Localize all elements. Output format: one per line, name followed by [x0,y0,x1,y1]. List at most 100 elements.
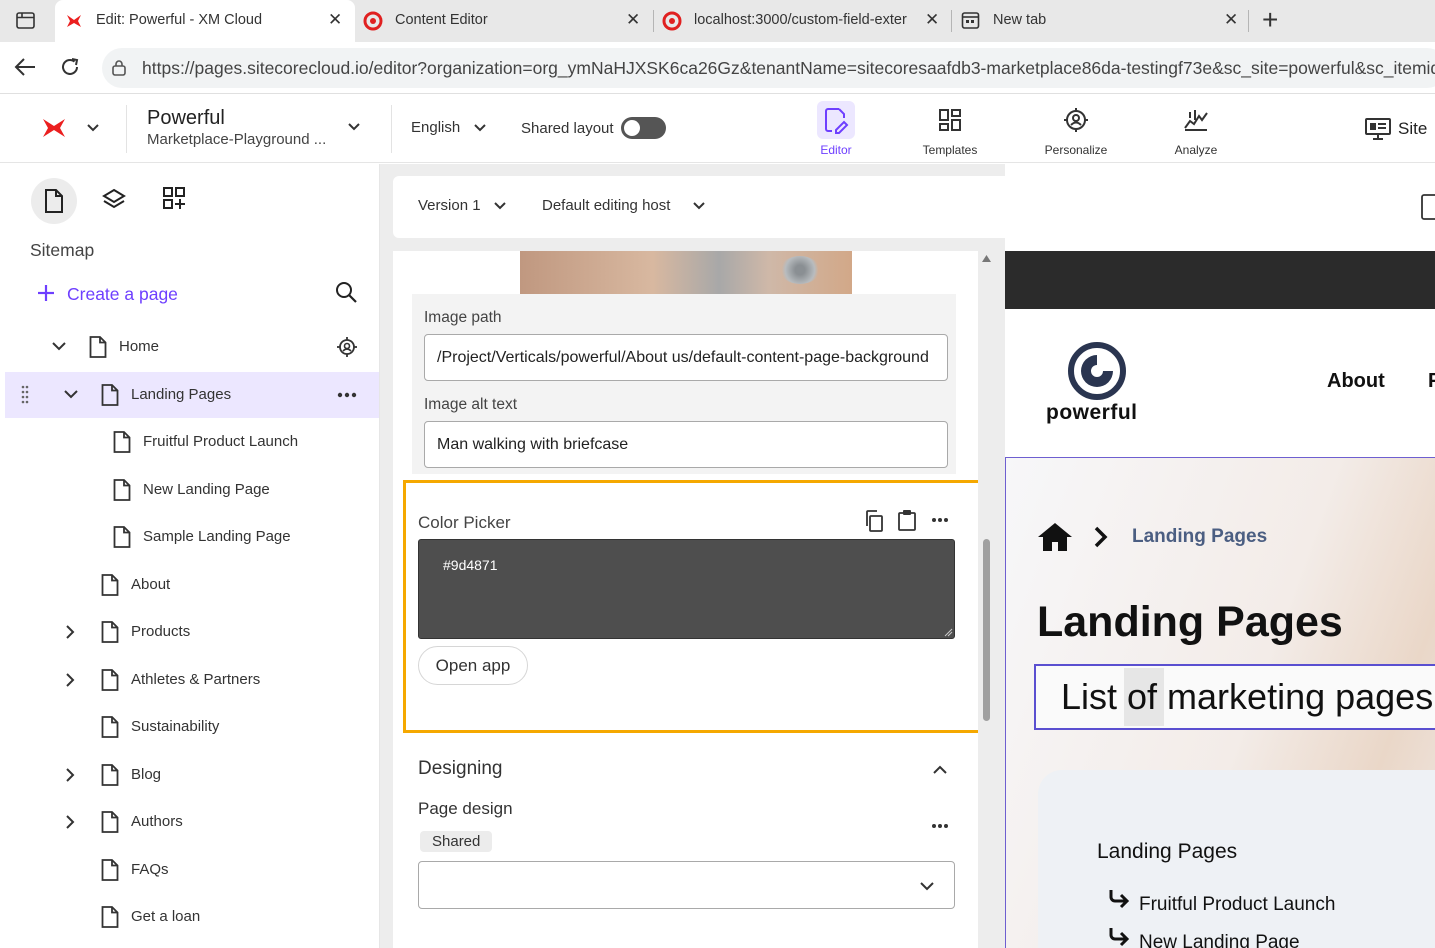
device-icon[interactable] [1421,194,1435,220]
tree-item-label: Athletes & Partners [131,670,261,688]
tree-item[interactable]: Products [5,609,379,655]
language-value: English [411,119,461,136]
form-scrollbar[interactable] [980,251,993,948]
browser-tab-xm-cloud[interactable]: Edit: Powerful - XM Cloud ✕ [55,0,355,42]
layers-icon[interactable] [102,188,126,210]
version-selector[interactable]: Version 1 [418,197,518,219]
open-app-button[interactable]: Open app [418,646,528,685]
list-item[interactable]: New Landing Page [1139,932,1300,948]
powerful-logo[interactable]: powerful [1045,339,1165,429]
site-chevron-down-icon [347,122,361,132]
page-design-label: Page design [418,799,513,818]
tree-item[interactable]: Athletes & Partners [5,657,379,703]
page-design-more-icon[interactable] [931,823,949,829]
browser-tab-new-tab[interactable]: New tab ✕ [953,0,1248,42]
nav-analyze[interactable]: Analyze [1156,99,1236,161]
tab-actions-icon[interactable] [16,11,35,30]
expand-chevron-down-icon[interactable] [63,387,79,401]
breadcrumb-current[interactable]: Landing Pages [1132,526,1267,548]
expand-chevron-down-icon[interactable] [51,339,67,353]
drag-handle-icon[interactable] [21,385,29,405]
create-page-button[interactable]: Create a page [36,281,196,307]
list-title: Landing Pages [1097,840,1238,863]
nav-personalize[interactable]: Personalize [1036,99,1116,161]
expand-chevron-right-icon[interactable] [63,672,77,688]
tree-item[interactable]: Landing Pages [5,371,379,418]
tree-item-label: Home [119,338,160,355]
page-icon [101,383,119,406]
site-name: Powerful [147,107,225,129]
scroll-up-arrow-icon[interactable] [982,255,991,262]
tree-item[interactable]: New Landing Page [5,467,379,513]
copy-icon[interactable] [864,510,884,532]
tree-item-label: About [131,575,171,593]
components-icon[interactable] [162,186,186,210]
tab-title: New tab [993,12,1047,28]
scrollbar-thumb[interactable] [983,539,990,721]
image-thumbnail[interactable] [520,251,852,294]
color-value-textarea[interactable]: #9d4871 [418,539,955,639]
tree-item[interactable]: Authors [5,799,379,845]
shared-layout-toggle[interactable] [621,117,666,139]
paste-icon[interactable] [897,509,917,531]
tab-close-icon[interactable]: ✕ [1224,10,1238,30]
tree-item-label: Get a loan [131,908,201,925]
preview-nav-next[interactable]: P [1428,370,1435,393]
editing-host-selector[interactable]: Default editing host [542,197,722,219]
nav-templates-label: Templates [922,143,978,157]
browser-tab-localhost[interactable]: localhost:3000/custom-field-exter ✕ [655,0,952,42]
site-view-button[interactable]: Site [1365,115,1435,143]
pages-tab[interactable] [31,178,77,224]
tab-close-icon[interactable]: ✕ [925,10,939,30]
xm-cloud-logo-icon[interactable] [41,116,67,140]
page-icon [101,668,119,691]
resize-handle-icon[interactable] [943,627,953,637]
more-options-icon[interactable] [931,517,949,523]
tree-item[interactable]: Get a loan [5,894,379,940]
site-info-icon[interactable] [110,59,128,77]
site-selector[interactable]: Powerful Marketplace-Playground ... [147,106,377,152]
app-switcher-chevron-down-icon[interactable] [86,123,100,133]
page-design-select[interactable] [418,861,955,909]
new-tab-button[interactable]: + [1262,6,1278,34]
tree-item[interactable]: Sustainability [5,704,379,750]
tree-item[interactable]: Home [5,324,379,370]
nav-templates[interactable]: Templates [910,99,990,161]
back-arrow-icon[interactable] [13,56,37,78]
preview-nav-about[interactable]: About [1327,370,1385,393]
designing-title: Designing [418,758,503,779]
nav-editor-label: Editor [820,143,852,157]
tree-item-label: Authors [131,813,183,830]
image-alt-input[interactable]: Man walking with briefcase [424,421,948,468]
image-path-input[interactable]: /Project/Verticals/powerful/About us/def… [424,334,948,381]
collapse-chevron-up-icon[interactable] [932,764,948,776]
hero-subheading-editable[interactable]: List of marketing pages f [1034,664,1435,730]
tree-item[interactable]: Fruitful Product Launch [5,419,379,465]
page-icon [101,858,119,881]
tab-close-icon[interactable]: ✕ [328,10,342,30]
more-options-icon[interactable] [337,392,357,398]
tree-item[interactable]: FAQs [5,847,379,893]
xm-cloud-favicon-icon [65,12,83,30]
tree-item[interactable]: About [5,562,379,608]
nav-editor[interactable]: Editor [796,99,876,161]
tree-item-label: Blog [131,765,162,783]
browser-tab-content-editor[interactable]: Content Editor ✕ [355,0,655,42]
color-picker-label: Color Picker [418,513,511,532]
search-icon[interactable] [335,281,357,303]
page-icon [113,431,131,453]
tab-close-icon[interactable]: ✕ [626,10,640,30]
url-field[interactable]: https://pages.sitecorecloud.io/editor?or… [102,48,1435,88]
reload-icon[interactable] [59,56,81,78]
tree-item[interactable]: Sample Landing Page [5,514,379,560]
version-value: Version 1 [418,197,481,214]
expand-chevron-right-icon[interactable] [63,814,77,830]
list-item[interactable]: Fruitful Product Launch [1139,894,1335,916]
page-icon [101,573,119,596]
home-icon[interactable] [1037,522,1073,552]
language-selector[interactable]: English [411,119,501,141]
expand-chevron-right-icon[interactable] [63,767,77,783]
personalize-target-icon[interactable] [336,336,358,358]
expand-chevron-right-icon[interactable] [63,624,77,640]
tree-item[interactable]: Blog [5,752,379,798]
